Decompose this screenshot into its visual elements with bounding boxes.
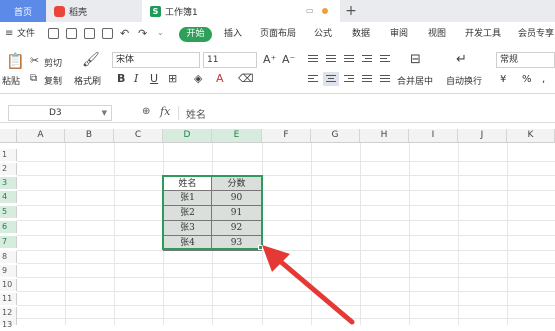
annotation-arrow-icon (262, 245, 355, 325)
arrow-shaft (271, 253, 355, 325)
